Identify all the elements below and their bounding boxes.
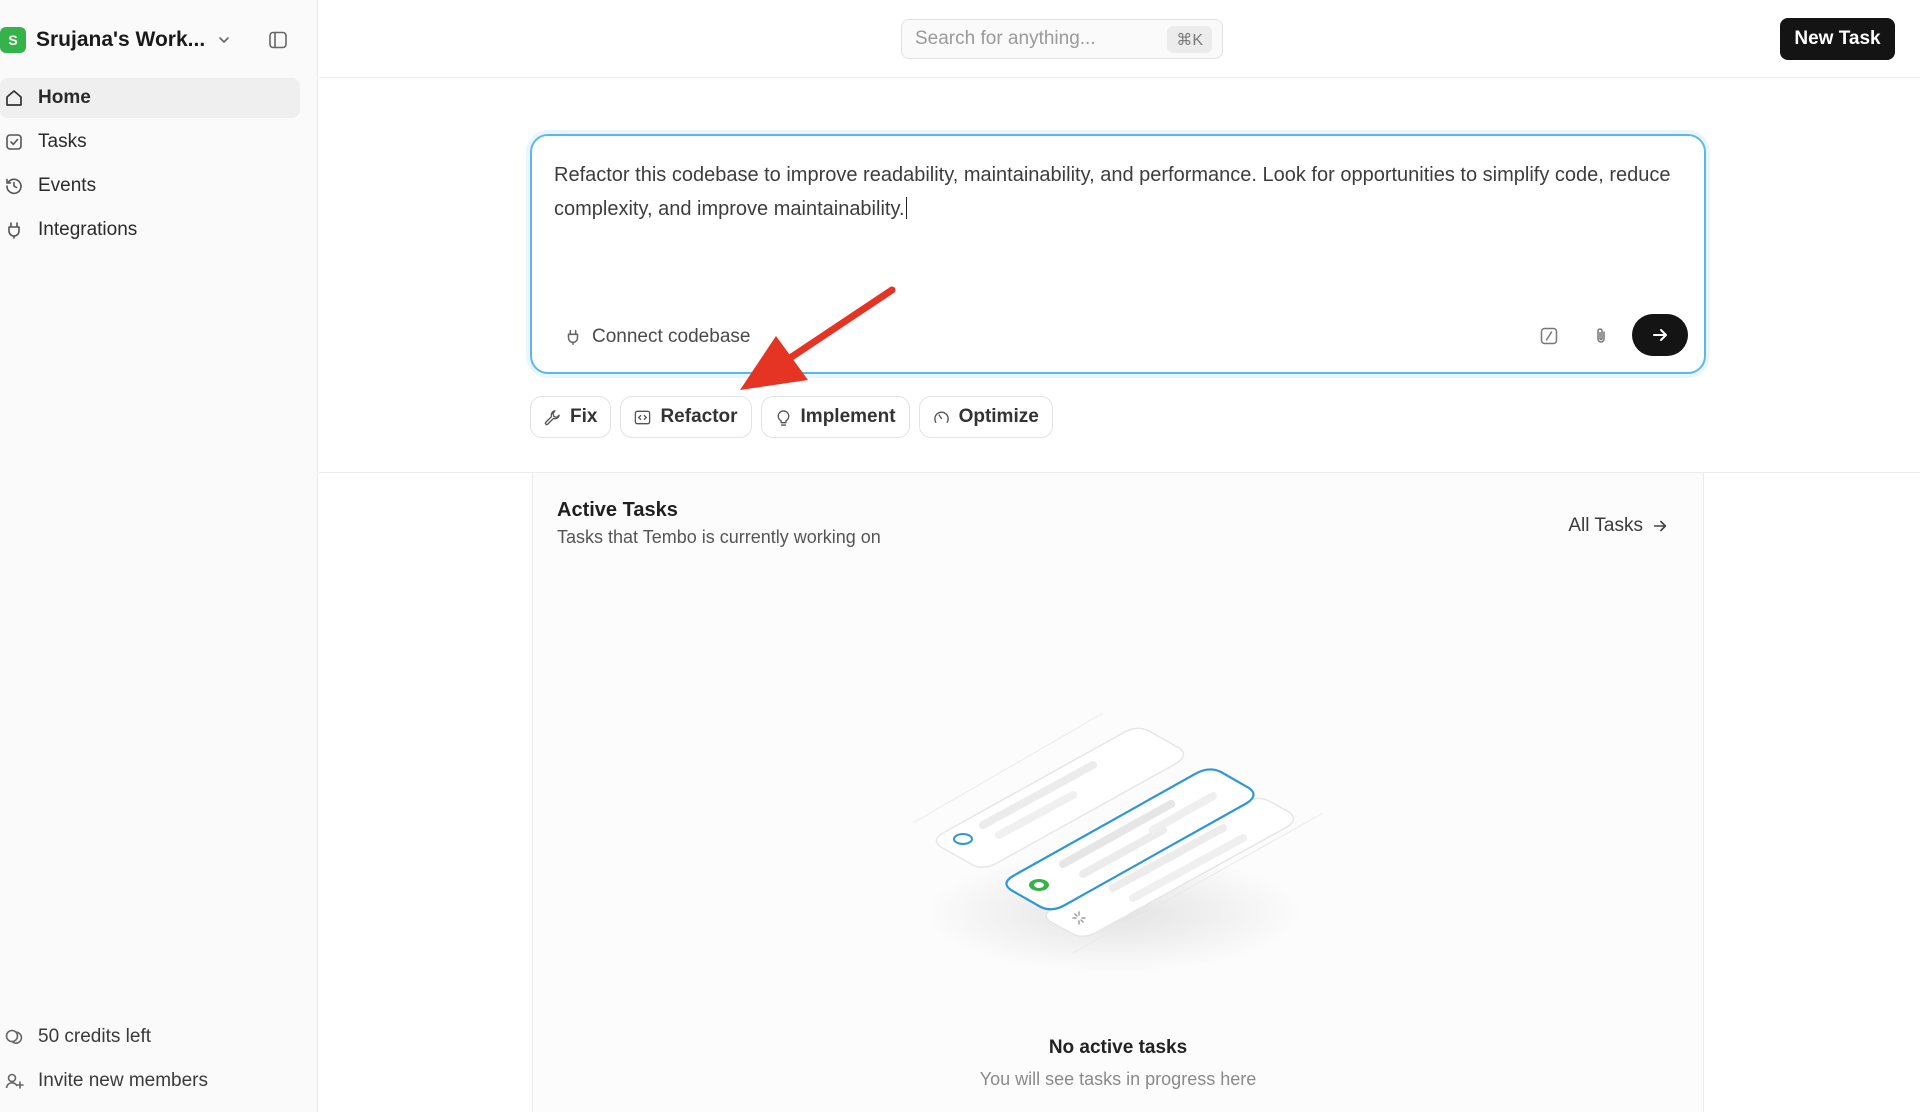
implement-chip[interactable]: Implement	[760, 396, 910, 438]
lightbulb-icon	[774, 408, 793, 427]
search-input[interactable]: Search for anything... ⌘K	[901, 19, 1223, 59]
gauge-icon	[932, 408, 951, 427]
optimize-chip[interactable]: Optimize	[918, 396, 1053, 438]
empty-state-subtitle: You will see tasks in progress here	[979, 1069, 1257, 1089]
slash-command-icon[interactable]	[1539, 326, 1559, 346]
workspace-name: Srujana's Work...	[36, 28, 206, 51]
history-icon	[4, 176, 24, 196]
search-shortcut: ⌘K	[1167, 26, 1212, 53]
wrench-icon	[543, 408, 562, 427]
credits-label: 50 credits left	[38, 1026, 151, 1047]
plug-icon	[4, 220, 24, 240]
checkbox-icon	[4, 132, 24, 152]
chip-label: Optimize	[958, 406, 1039, 427]
user-plus-icon	[4, 1071, 24, 1091]
invite-members-button[interactable]: Invite new members	[0, 1064, 300, 1098]
all-tasks-label: All Tasks	[1568, 515, 1643, 536]
sidebar-item-label: Events	[38, 175, 97, 196]
empty-state-title: No active tasks	[1048, 1037, 1188, 1058]
empty-state-illustration	[873, 663, 1353, 983]
sidebar-item-tasks[interactable]: Tasks	[0, 122, 300, 162]
connect-codebase-label: Connect codebase	[592, 326, 751, 347]
sidebar-item-label: Home	[38, 87, 91, 108]
quick-action-chips: Fix Refactor Implement Optimize	[530, 396, 1062, 440]
all-tasks-link[interactable]: All Tasks	[1568, 515, 1669, 537]
fix-chip[interactable]: Fix	[530, 396, 612, 438]
sidebar-toggle-icon[interactable]	[268, 30, 288, 50]
chip-label: Fix	[570, 406, 598, 427]
top-bar: Search for anything... ⌘K New Task	[319, 0, 1920, 78]
credits-indicator[interactable]: 50 credits left	[0, 1020, 300, 1054]
prompt-text[interactable]: Refactor this codebase to improve readab…	[554, 158, 1674, 226]
sidebar-nav: Home Tasks Events Integrations	[0, 78, 300, 254]
chip-label: Refactor	[660, 406, 738, 427]
sidebar-item-events[interactable]: Events	[0, 166, 300, 206]
coins-icon	[4, 1027, 24, 1047]
plug-icon	[564, 328, 582, 346]
home-icon	[4, 88, 24, 108]
sidebar-item-home[interactable]: Home	[0, 78, 300, 118]
active-tasks-title: Active Tasks	[557, 499, 678, 521]
active-tasks-subtitle: Tasks that Tembo is currently working on	[557, 527, 881, 547]
prompt-textarea[interactable]: Refactor this codebase to improve readab…	[530, 134, 1706, 374]
arrow-right-icon	[1643, 517, 1669, 535]
text-caret	[905, 197, 907, 219]
workspace-avatar: S	[0, 27, 26, 53]
sidebar-item-label: Tasks	[38, 131, 87, 152]
sidebar: S Srujana's Work... Home Tasks Events In…	[0, 0, 318, 1112]
arrow-right-icon	[1650, 325, 1670, 345]
connect-codebase-button[interactable]: Connect codebase	[564, 322, 750, 352]
code-square-icon	[633, 408, 652, 427]
sidebar-item-label: Integrations	[38, 219, 138, 240]
workspace-switcher[interactable]: S Srujana's Work...	[0, 24, 300, 56]
chevron-down-icon	[217, 33, 231, 47]
active-tasks-panel: Active Tasks Tasks that Tembo is current…	[532, 473, 1704, 1112]
send-button[interactable]	[1632, 314, 1688, 356]
chip-label: Implement	[800, 406, 896, 427]
refactor-chip[interactable]: Refactor	[620, 396, 752, 438]
paperclip-icon[interactable]	[1591, 326, 1611, 346]
sidebar-item-integrations[interactable]: Integrations	[0, 210, 300, 250]
invite-label: Invite new members	[38, 1070, 209, 1091]
search-placeholder: Search for anything...	[915, 28, 1096, 49]
new-task-button[interactable]: New Task	[1780, 18, 1895, 60]
